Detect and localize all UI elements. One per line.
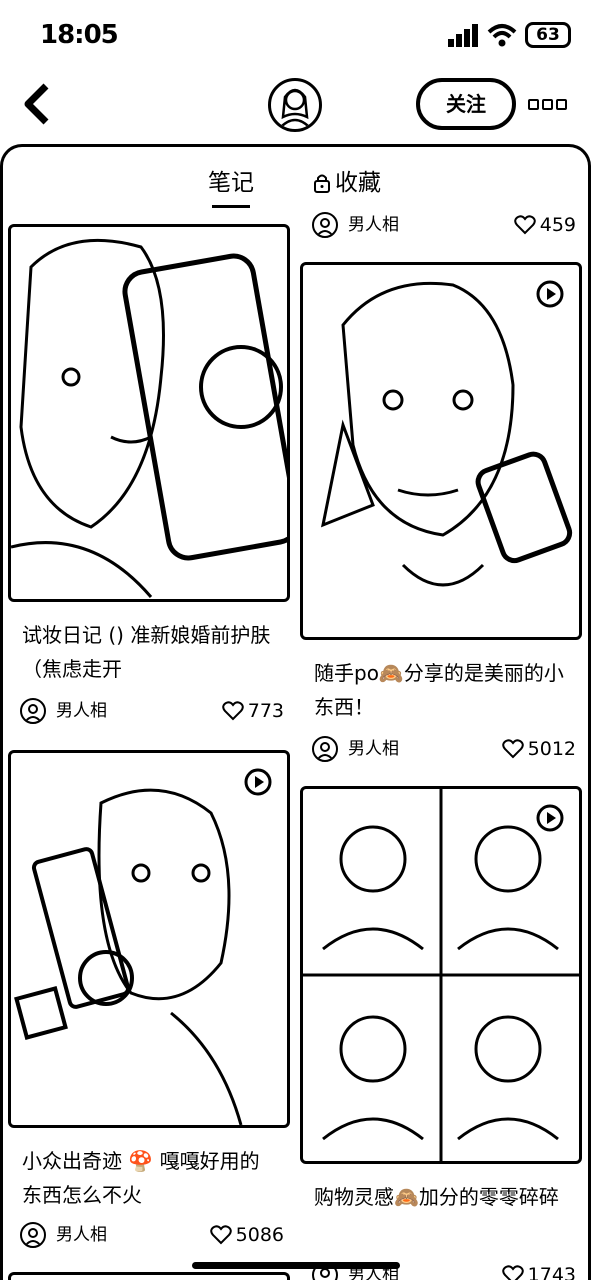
like-button[interactable]: 5086 <box>209 1223 284 1247</box>
video-play-icon <box>536 280 564 308</box>
note-meta: 男人相 773 <box>20 696 284 726</box>
author-avatar[interactable] <box>20 1222 46 1248</box>
like-count: 773 <box>247 700 284 722</box>
like-button[interactable]: 459 <box>513 213 576 237</box>
lock-icon <box>314 174 330 193</box>
more-button[interactable] <box>528 94 568 114</box>
heart-icon <box>209 1225 232 1245</box>
like-button[interactable]: 1743 <box>501 1263 576 1280</box>
author-name[interactable]: 男人相 <box>56 700 107 722</box>
note-thumbnail <box>300 786 582 1164</box>
chevron-left-icon <box>24 83 49 125</box>
note-meta: 男人相 5012 <box>312 734 576 764</box>
note-card[interactable]: 小众出奇迹 🍄 嘎嘎好用的东西怎么不火 男人相 5086 <box>8 750 290 1256</box>
video-play-icon <box>536 804 564 832</box>
status-icons: 63 <box>447 22 571 48</box>
note-title: 小众出奇迹 🍄 嘎嘎好用的东西怎么不火 <box>22 1149 260 1207</box>
like-count: 5086 <box>235 1224 284 1246</box>
nav-bar: 关注 <box>0 72 591 142</box>
author-avatar[interactable] <box>312 736 338 762</box>
tab-notes[interactable]: 笔记 <box>208 167 254 208</box>
follow-button[interactable]: 关注 <box>416 78 516 130</box>
tab-notes-label: 笔记 <box>208 170 254 196</box>
tab-favorites[interactable]: 收藏 <box>313 167 381 199</box>
note-title: 购物灵感🙈加分的零零碎碎 <box>314 1185 559 1209</box>
status-bar: 18:05 63 <box>0 0 591 72</box>
like-count: 459 <box>539 214 576 236</box>
note-card[interactable]: 试妆日记 () 准新娘婚前护肤（焦虑走开 男人相 773 <box>8 224 290 738</box>
author-name[interactable]: 男人相 <box>56 1224 107 1246</box>
author-name[interactable]: 男人相 <box>348 738 399 760</box>
wifi-icon <box>487 24 517 47</box>
author-avatar[interactable] <box>312 212 338 238</box>
heart-icon <box>513 215 536 235</box>
status-time: 18:05 <box>40 20 119 50</box>
active-tab-indicator <box>212 205 250 208</box>
like-button[interactable]: 773 <box>221 699 284 723</box>
note-meta: 男人相 5086 <box>20 1220 284 1250</box>
like-count: 1743 <box>527 1264 576 1280</box>
heart-icon <box>501 1265 524 1280</box>
profile-tabs: 笔记 收藏 <box>3 167 591 211</box>
note-thumbnail <box>8 750 290 1128</box>
tab-favorites-label: 收藏 <box>335 170 381 196</box>
note-card[interactable]: 男人相 459 <box>300 208 582 242</box>
note-card-partial[interactable] <box>8 1272 290 1280</box>
note-meta: 男人相 459 <box>312 210 576 240</box>
note-card[interactable]: 随手po🙈分享的是美丽的小东西！ 男人相 5012 <box>300 262 582 766</box>
author-name[interactable]: 男人相 <box>348 214 399 236</box>
battery-icon: 63 <box>525 22 571 48</box>
more-icon <box>528 98 539 110</box>
video-play-icon <box>244 768 272 796</box>
author-avatar[interactable] <box>20 698 46 724</box>
note-title: 试妆日记 () 准新娘婚前护肤（焦虑走开 <box>22 623 271 681</box>
profile-avatar[interactable] <box>268 78 322 132</box>
note-title: 随手po🙈分享的是美丽的小东西！ <box>314 661 564 719</box>
back-button[interactable] <box>18 82 58 126</box>
signal-icon <box>448 24 478 47</box>
like-count: 5012 <box>527 738 576 760</box>
note-thumbnail <box>8 224 290 602</box>
heart-icon <box>501 739 524 759</box>
heart-icon <box>221 701 244 721</box>
note-thumbnail <box>300 262 582 640</box>
avatar-image <box>278 88 312 129</box>
like-button[interactable]: 5012 <box>501 737 576 761</box>
note-card[interactable]: 购物灵感🙈加分的零零碎碎 男人相 1743 <box>300 786 582 1280</box>
home-indicator[interactable] <box>192 1262 400 1269</box>
